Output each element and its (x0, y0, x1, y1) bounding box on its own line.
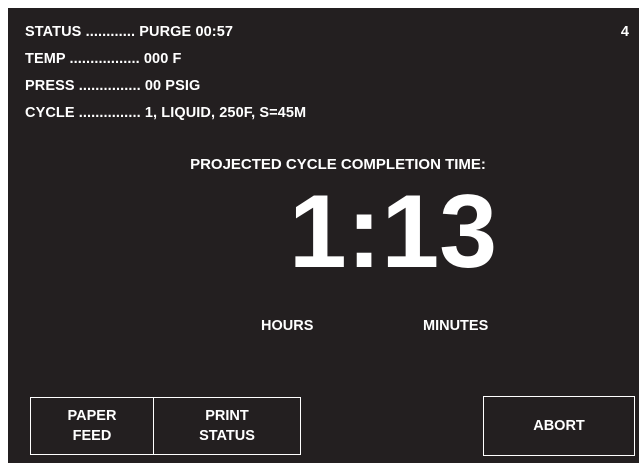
paper-feed-label-line2: FEED (72, 428, 112, 444)
paper-feed-label-line1: PAPER (67, 408, 117, 424)
pressure-readout: PRESS ............... 00 PSIG (25, 78, 201, 94)
completion-time-display: 1:13 (288, 174, 498, 290)
abort-button[interactable]: ABORT (483, 396, 635, 456)
status-readout: STATUS ............ PURGE 00:57 (25, 24, 234, 40)
projected-completion-label: PROJECTED CYCLE COMPLETION TIME: (190, 156, 486, 173)
paper-feed-button[interactable]: PAPER FEED (30, 397, 154, 455)
hours-label: HOURS (261, 318, 314, 334)
controller-display: STATUS ............ PURGE 00:57 TEMP ...… (8, 8, 639, 463)
print-status-label-line2: STATUS (199, 428, 255, 444)
print-status-label-line1: PRINT (205, 408, 249, 424)
cycle-readout: CYCLE ............... 1, LIQUID, 250F, S… (25, 105, 307, 121)
minutes-label: MINUTES (423, 318, 489, 334)
abort-label: ABORT (533, 418, 585, 434)
page-indicator: 4 (620, 24, 629, 40)
temperature-readout: TEMP ................. 000 F (25, 51, 182, 67)
print-status-button[interactable]: PRINT STATUS (153, 397, 301, 455)
